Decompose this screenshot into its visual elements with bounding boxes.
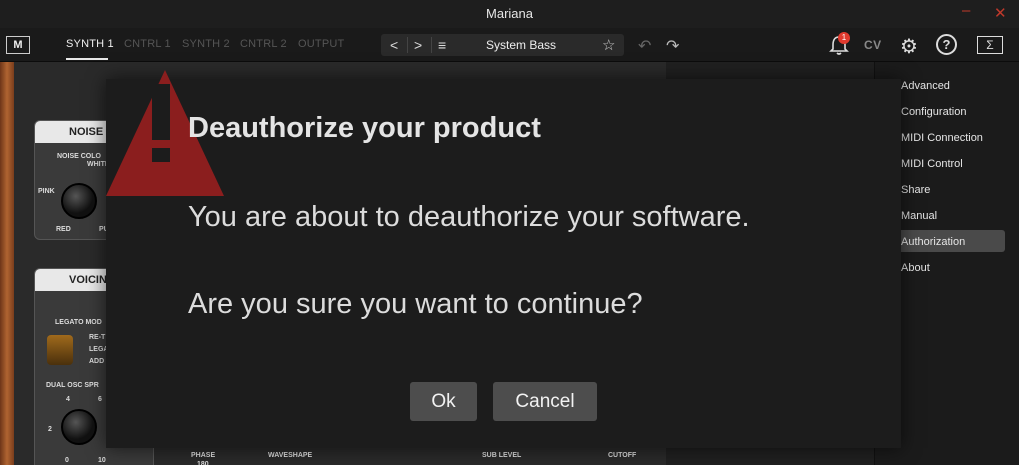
toolbar: M SYNTH 1 CNTRL 1 SYNTH 2 CNTRL 2 OUTPUT…	[0, 28, 1019, 62]
sigma-icon[interactable]: Σ	[977, 36, 1003, 54]
wood-side-panel	[0, 62, 14, 465]
tab-output[interactable]: OUTPUT	[298, 38, 344, 50]
redo-icon[interactable]: ↷	[666, 36, 679, 56]
tab-cntrl2[interactable]: CNTRL 2	[240, 38, 287, 50]
noise-color-label: NOISE COLO	[57, 153, 101, 160]
help-icon[interactable]: ?	[936, 34, 957, 55]
preset-browser: < > ≡ System Bass ☆	[381, 34, 624, 56]
phase-value: 180	[197, 461, 209, 465]
minimize-icon[interactable]: –	[962, 2, 970, 19]
active-tab-indicator	[66, 58, 108, 60]
notification-badge: 1	[838, 32, 850, 44]
ok-button[interactable]: Ok	[410, 382, 477, 421]
tab-cntrl1[interactable]: CNTRL 1	[124, 38, 171, 50]
legato-mode-button[interactable]	[47, 335, 73, 365]
gear-icon[interactable]: ⚙	[900, 34, 918, 59]
sub-level-label: SUB LEVEL	[482, 452, 522, 459]
pink-label: PINK	[38, 188, 55, 195]
divider	[407, 37, 408, 53]
app-logo-icon[interactable]: M	[6, 36, 30, 54]
cv-button[interactable]: CV	[864, 38, 882, 52]
dual-osc-spread-label: DUAL OSC SPR	[46, 382, 99, 389]
tick-0: 0	[65, 457, 69, 464]
next-preset-button[interactable]: >	[414, 37, 422, 53]
cutoff-label: CUTOFF	[608, 452, 637, 459]
title-bar: Mariana – ✕	[0, 0, 1019, 28]
previous-preset-button[interactable]: <	[390, 37, 398, 53]
add-option[interactable]: ADD	[89, 358, 104, 365]
menu-item-advanced[interactable]: Advanced	[901, 76, 950, 96]
menu-item-share[interactable]: Share	[901, 180, 930, 200]
dialog-question: Are you sure you want to continue?	[188, 288, 643, 320]
dialog-message: You are about to deauthorize your softwa…	[188, 201, 750, 233]
tab-synth1[interactable]: SYNTH 1	[66, 38, 114, 50]
phase-label: PHASE	[191, 452, 216, 459]
menu-item-about[interactable]: About	[901, 258, 930, 278]
undo-icon[interactable]: ↶	[638, 36, 651, 56]
menu-item-midi-control[interactable]: MIDI Control	[901, 154, 963, 174]
tab-synth2[interactable]: SYNTH 2	[182, 38, 230, 50]
menu-item-configuration[interactable]: Configuration	[901, 102, 966, 122]
preset-list-icon[interactable]: ≡	[438, 37, 446, 53]
waveshape-label: WAVESHAPE	[268, 452, 313, 459]
cancel-button[interactable]: Cancel	[493, 382, 597, 421]
favorite-star-icon[interactable]: ☆	[602, 36, 615, 54]
tick-4: 4	[66, 396, 70, 403]
tick-2: 2	[48, 426, 52, 433]
legato-mode-label: LEGATO MOD	[55, 319, 102, 326]
tick-6: 6	[98, 396, 102, 403]
red-label: RED	[56, 226, 71, 233]
window-title: Mariana	[486, 6, 533, 21]
retrig-option[interactable]: RE-T	[89, 334, 105, 341]
tick-10: 10	[98, 457, 106, 464]
menu-item-midi-connection[interactable]: MIDI Connection	[901, 128, 983, 148]
menu-item-authorization[interactable]: Authorization	[901, 232, 965, 252]
close-icon[interactable]: ✕	[994, 4, 1007, 22]
preset-name[interactable]: System Bass	[451, 38, 591, 52]
dialog-title: Deauthorize your product	[188, 112, 541, 144]
noise-color-knob[interactable]	[61, 183, 97, 219]
divider	[431, 37, 432, 53]
dual-osc-spread-knob[interactable]	[61, 409, 97, 445]
menu-item-manual[interactable]: Manual	[901, 206, 937, 226]
